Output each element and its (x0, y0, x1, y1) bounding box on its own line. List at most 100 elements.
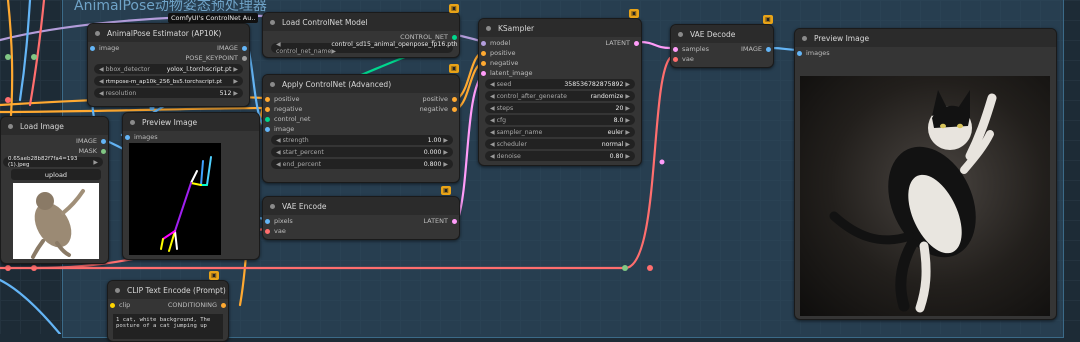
chevron-left-icon[interactable]: ◀ (276, 41, 281, 48)
input-vae[interactable]: vae (265, 227, 286, 235)
chevron-left-icon[interactable]: ◀ (276, 161, 281, 168)
chevron-left-icon[interactable]: ◀ (490, 105, 495, 112)
chevron-left-icon[interactable]: ◀ (99, 90, 104, 97)
chevron-right-icon[interactable]: ▶ (233, 78, 238, 85)
output-negative[interactable]: negative (420, 105, 458, 113)
bbox-detector-select[interactable]: ◀ bbox_detector yolox_l.torchscript.pt ▶ (94, 64, 243, 74)
ksampler-node[interactable]: KSampler model positive negative latent_… (478, 18, 642, 166)
preview-image-node-mid[interactable]: Preview Image images (122, 112, 260, 260)
cfg-stepper[interactable]: ◀ cfg 8.0 ▶ (485, 115, 635, 125)
prompt-textarea[interactable]: 1 cat, white background, The posture of … (113, 314, 223, 339)
output-image[interactable]: IMAGE (76, 137, 107, 145)
chevron-right-icon[interactable]: ▶ (233, 66, 238, 73)
node-header[interactable]: Preview Image (123, 113, 259, 131)
load-controlnet-node[interactable]: Load ControlNet Model CONTROL_NET ◀ cont… (262, 12, 460, 58)
input-pixels[interactable]: pixels (265, 217, 293, 225)
chevron-right-icon[interactable]: ▶ (233, 90, 238, 97)
chevron-right-icon[interactable]: ▶ (625, 141, 630, 148)
node-header[interactable]: AnimalPose Estimator (AP10K) (88, 24, 249, 42)
collapse-dot-icon[interactable] (8, 123, 13, 129)
input-images[interactable]: images (125, 133, 158, 141)
denoise-slider[interactable]: ◀ denoise 0.80 ▶ (485, 151, 635, 161)
chevron-left-icon[interactable]: ◀ (276, 137, 281, 144)
output-pose-keypoint[interactable]: POSE_KEYPOINT (185, 54, 247, 62)
input-control-net[interactable]: control_net (264, 115, 310, 123)
chevron-right-icon[interactable]: ▶ (625, 105, 630, 112)
seed-stepper[interactable]: ◀ seed 358536782875892 ▶ (485, 79, 635, 89)
chevron-left-icon[interactable]: ◀ (490, 81, 495, 88)
input-samples[interactable]: samples (672, 45, 709, 53)
collapse-dot-icon[interactable] (270, 203, 275, 209)
chevron-left-icon[interactable]: ◀ (99, 66, 104, 73)
end-percent-slider[interactable]: ◀ end_percent 0.800 ▶ (271, 159, 453, 169)
collapse-dot-icon[interactable] (270, 81, 275, 87)
collapse-dot-icon[interactable] (95, 30, 100, 36)
chevron-right-icon[interactable]: ▶ (443, 137, 448, 144)
node-header[interactable]: VAE Decode (671, 25, 773, 43)
collapse-dot-icon[interactable] (802, 35, 807, 41)
load-image-node[interactable]: Load Image IMAGE MASK 0.65aeb28b82f7fa4=… (0, 116, 109, 264)
clip-text-encode-node[interactable]: CLIP Text Encode (Prompt) clip CONDITION… (107, 280, 229, 342)
resolution-stepper[interactable]: ◀ resolution 512 ▶ (94, 88, 243, 98)
pose-estimator-select[interactable]: ◀ rtmpose-m_ap10k_256_bs5.torchscript.pt… (94, 76, 243, 86)
collapse-dot-icon[interactable] (486, 25, 491, 31)
output-latent[interactable]: LATENT (423, 217, 457, 225)
output-image[interactable]: IMAGE (217, 44, 248, 52)
chevron-left-icon[interactable]: ◀ (490, 93, 495, 100)
node-header[interactable]: KSampler (479, 19, 641, 37)
input-negative[interactable]: negative (264, 105, 302, 113)
node-header[interactable]: Load ControlNet Model (263, 13, 459, 31)
input-images[interactable]: images (797, 49, 830, 57)
input-image[interactable]: image (89, 44, 119, 52)
collapse-dot-icon[interactable] (270, 19, 275, 25)
apply-controlnet-node[interactable]: Apply ControlNet (Advanced) positive neg… (262, 74, 460, 183)
control-net-name-select[interactable]: ◀ control_net_name control_sd15_animal_op… (271, 41, 458, 55)
output-latent[interactable]: LATENT (605, 39, 639, 47)
output-positive[interactable]: positive (423, 95, 457, 103)
preview-image-node-right[interactable]: Preview Image images (794, 28, 1057, 320)
scheduler-select[interactable]: ◀ scheduler normal ▶ (485, 139, 635, 149)
sampler-name-select[interactable]: ◀ sampler_name euler ▶ (485, 127, 635, 137)
node-header[interactable]: Preview Image (795, 29, 1056, 47)
output-image[interactable]: IMAGE (741, 45, 772, 53)
node-header[interactable]: VAE Encode (263, 197, 459, 215)
output-control-net[interactable]: CONTROL_NET (400, 33, 457, 41)
animalpose-estimator-node[interactable]: AnimalPose Estimator (AP10K) image IMAGE… (87, 23, 250, 107)
output-conditioning[interactable]: CONDITIONING (168, 301, 227, 309)
chevron-left-icon[interactable]: ◀ (490, 141, 495, 148)
input-negative[interactable]: negative (480, 59, 518, 67)
chevron-right-icon[interactable]: ▶ (443, 161, 448, 168)
chevron-right-icon[interactable]: ▶ (625, 129, 630, 136)
collapse-dot-icon[interactable] (115, 287, 120, 293)
strength-slider[interactable]: ◀ strength 1.00 ▶ (271, 135, 453, 145)
chevron-left-icon[interactable]: ◀ (490, 153, 495, 160)
input-model[interactable]: model (480, 39, 510, 47)
chevron-left-icon[interactable]: ◀ (99, 78, 104, 85)
control-after-generate-select[interactable]: ◀ control_after_generate randomize ▶ (485, 91, 635, 101)
chevron-right-icon[interactable]: ▶ (625, 117, 630, 124)
input-image[interactable]: image (264, 125, 294, 133)
chevron-right-icon[interactable]: ▶ (443, 149, 448, 156)
input-latent-image[interactable]: latent_image (481, 69, 533, 77)
steps-stepper[interactable]: ◀ steps 20 ▶ (485, 103, 635, 113)
chevron-left-icon[interactable]: ◀ (490, 129, 495, 136)
chevron-right-icon[interactable]: ▶ (93, 159, 98, 166)
collapse-dot-icon[interactable] (678, 31, 683, 37)
image-file-select[interactable]: 0.65aeb28b82f7fa4=193 (1).jpeg ▶ (3, 156, 103, 168)
collapse-dot-icon[interactable] (130, 119, 135, 125)
chevron-right-icon[interactable]: ▶ (625, 93, 630, 100)
node-header[interactable]: CLIP Text Encode (Prompt) (108, 281, 228, 299)
input-vae[interactable]: vae (673, 55, 694, 63)
chevron-right-icon[interactable]: ▶ (625, 153, 630, 160)
chevron-left-icon[interactable]: ◀ (490, 117, 495, 124)
node-header[interactable]: Load Image (1, 117, 108, 135)
output-mask[interactable]: MASK (79, 147, 107, 155)
chevron-left-icon[interactable]: ◀ (276, 149, 281, 156)
chevron-right-icon[interactable]: ▶ (331, 48, 336, 55)
node-header[interactable]: Apply ControlNet (Advanced) (263, 75, 459, 93)
input-positive[interactable]: positive (265, 95, 300, 103)
vae-encode-node[interactable]: VAE Encode pixels vae LATENT (262, 196, 460, 240)
input-clip[interactable]: clip (109, 301, 130, 309)
vae-decode-node[interactable]: VAE Decode samples vae IMAGE (670, 24, 774, 68)
start-percent-slider[interactable]: ◀ start_percent 0.000 ▶ (271, 147, 453, 157)
